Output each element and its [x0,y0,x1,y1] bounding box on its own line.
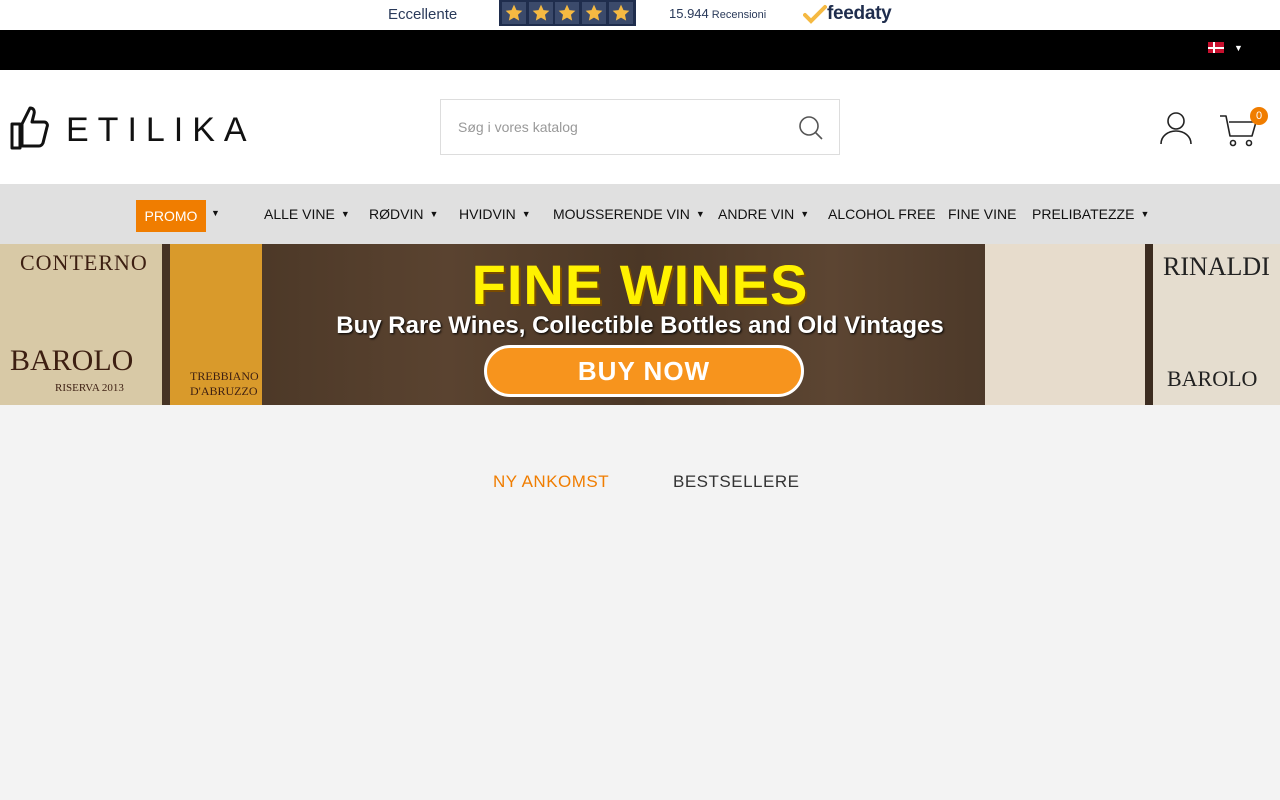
rating-label: Eccellente [388,6,458,23]
search-input[interactable] [441,100,781,154]
language-selector[interactable]: ▼ [1208,42,1243,53]
tab-new-arrivals[interactable]: NY ANKOMST [493,472,609,492]
nav-item-mousserende-vin[interactable]: MOUSSERENDE VIN ▼ [553,184,705,244]
nav-item-label: RØDVIN [369,206,424,222]
nav-item-alcohol-free[interactable]: ALCOHOL FREE [828,184,936,244]
nav-item-rodvin[interactable]: RØDVIN ▼ [369,184,438,244]
nav-item-label: ALLE VINE [264,206,335,222]
etilika-logo[interactable]: ETILIKA [10,104,256,150]
chevron-down-icon: ▼ [1234,42,1243,53]
fine-wines-banner[interactable]: CONTERNO BAROLO RISERVA 2013 TREBBIANO D… [0,244,1280,405]
top-bar: ▼ [0,30,1280,70]
feedaty-name: feedaty [827,3,892,24]
reviews-label: Recensioni [711,9,767,21]
chevron-down-icon: ▼ [340,209,350,219]
search-icon[interactable] [798,115,824,141]
logo-text: ETILIKA [66,110,256,149]
nav-item-fine-vine[interactable]: FINE VINE [948,184,1016,244]
nav-item-label: ANDRE VIN [718,206,795,222]
review-bar: Eccellente 15.944 Recensioni feedaty [0,0,1280,30]
banner-title: FINE WINES [471,253,809,316]
nav-item-promo[interactable]: PROMO [136,200,206,232]
chevron-down-icon: ▼ [695,209,705,219]
feedaty-logo[interactable]: feedaty [803,3,892,25]
banner-subtitle: Buy Rare Wines, Collectible Bottles and … [336,312,944,339]
nav-item-label: MOUSSERENDE VIN [553,206,690,222]
chevron-down-icon: ▼ [521,209,531,219]
bottle-wine: BAROLO [10,344,134,377]
star-icon [608,2,633,24]
nav-item-hvidvin[interactable]: HVIDVIN ▼ [459,184,531,244]
chevron-down-icon: ▼ [1140,209,1150,219]
buy-now-button[interactable]: BUY NOW [484,345,804,397]
chevron-down-icon: ▼ [800,209,810,219]
danish-flag-icon [1208,42,1224,53]
cart-count-badge: 0 [1250,107,1268,125]
chevron-down-icon: ▼ [429,209,439,219]
nav-item-label: FINE VINE [948,206,1017,222]
review-count-value: 15.944 [669,6,709,21]
main-nav: PROMO ▼ ALLE VINE ▼ RØDVIN ▼ HVIDVIN ▼ MOUS… [0,184,1280,244]
star-icon [528,2,553,24]
chevron-down-icon[interactable]: ▼ [211,208,220,218]
search-box [440,99,840,155]
thumbs-up-icon [10,106,49,150]
site-header: ETILIKA [0,70,1280,184]
nav-item-alle-vine[interactable]: ALLE VINE ▼ [264,184,350,244]
tab-bestsellers[interactable]: BESTSELLERE [673,472,799,492]
nav-item-label: ALCOHOL FREE [828,206,936,222]
rating-stars[interactable] [499,0,636,26]
bottle-wine: TREBBIANO D'ABRUZZO [190,369,259,398]
bottle-note: RISERVA 2013 [55,382,124,394]
nav-item-label: PRELIBATEZZE [1032,206,1135,222]
bottle-wine: BAROLO [1167,366,1258,391]
nav-item-andre-vin[interactable]: ANDRE VIN ▼ [718,184,809,244]
check-icon [803,5,827,24]
star-icon [555,2,580,24]
star-icon [502,2,527,24]
nav-item-prelibatezze[interactable]: PRELIBATEZZE ▼ [1032,184,1149,244]
review-count[interactable]: 15.944 Recensioni [669,6,766,21]
star-icon [582,2,607,24]
nav-item-label: HVIDVIN [459,206,516,222]
user-account-icon[interactable] [1158,110,1194,146]
